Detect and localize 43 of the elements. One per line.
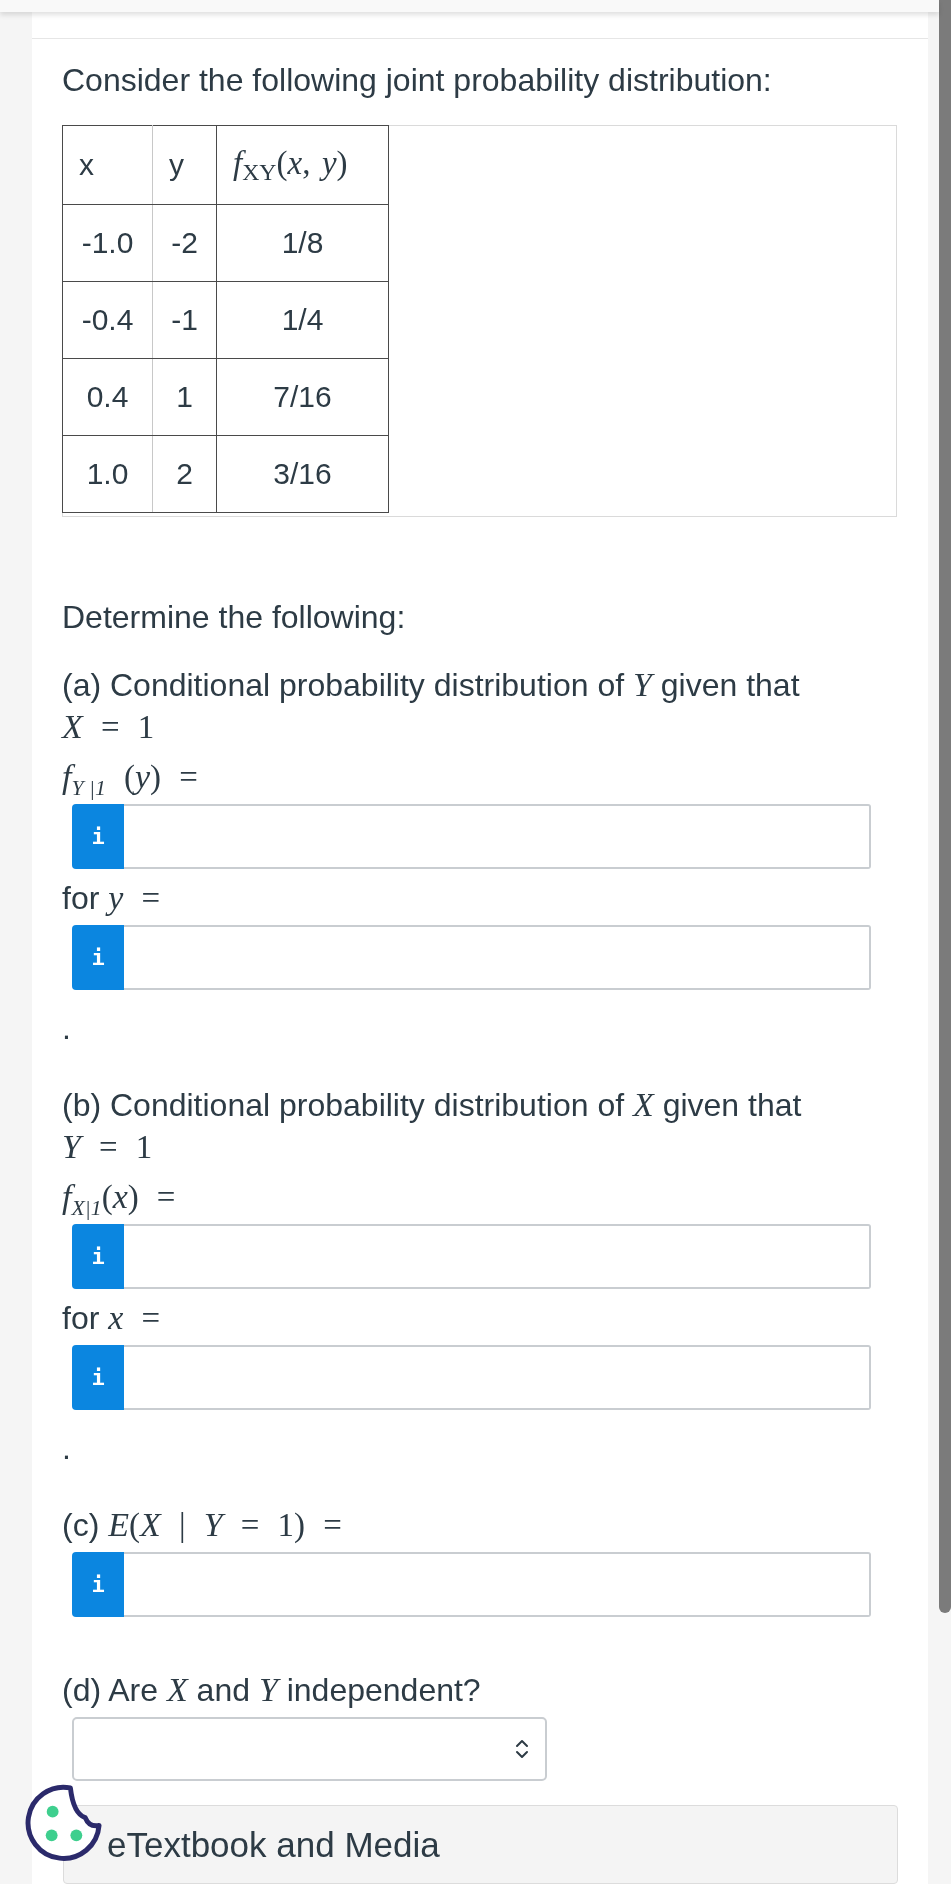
table-cell: -1 bbox=[152, 281, 217, 359]
question-text: for x = bbox=[62, 1298, 161, 1338]
question-text: (a) Conditional probability distribution of Y given that bbox=[62, 665, 800, 705]
intro-text: Consider the following joint probability distribution: bbox=[62, 61, 773, 100]
column-header: f$_{XY}$(x, y) bbox=[216, 125, 389, 205]
answer-input[interactable] bbox=[124, 1224, 871, 1289]
question-text: (d) Are X and Y independent? bbox=[62, 1670, 481, 1710]
info-button[interactable]: i bbox=[72, 1345, 124, 1410]
cookie-icon[interactable] bbox=[24, 1784, 103, 1863]
table-cell: 1 bbox=[152, 358, 217, 436]
answer-input[interactable] bbox=[124, 1552, 871, 1617]
question-text: (b) Conditional probability distribution of X given that bbox=[62, 1085, 802, 1125]
scrollbar-thumb[interactable] bbox=[939, 0, 951, 1613]
table-cell: 1/4 bbox=[216, 281, 389, 359]
table-cell: -2 bbox=[152, 204, 217, 282]
question-text: (c) E(X | Y = 1) = bbox=[62, 1505, 342, 1545]
table-cell: -0.4 bbox=[62, 281, 153, 359]
answer-input[interactable] bbox=[124, 804, 871, 869]
table-cell: 7/16 bbox=[216, 358, 389, 436]
table-cell: 0.4 bbox=[62, 358, 153, 436]
math-expression: f$_{Y |1}$ (y) = bbox=[62, 757, 198, 798]
answer-input[interactable] bbox=[124, 925, 871, 990]
info-button[interactable]: i bbox=[72, 804, 124, 869]
math-expression: f$_{X|1}$(x) = bbox=[62, 1177, 176, 1218]
table-cell: 2 bbox=[152, 435, 217, 513]
info-button[interactable]: i bbox=[72, 1552, 124, 1617]
table-cell: 3/16 bbox=[216, 435, 389, 513]
column-header: x bbox=[62, 125, 153, 205]
math-expression: X = 1 bbox=[62, 707, 155, 747]
math-expression: Y = 1 bbox=[62, 1127, 153, 1167]
instruction-text: Determine the following: bbox=[62, 598, 407, 637]
column-header: y bbox=[152, 125, 217, 205]
info-button[interactable]: i bbox=[72, 1224, 124, 1289]
question-text: . bbox=[62, 1009, 71, 1048]
etextbook-media-bar[interactable]: eTextbook and Media bbox=[63, 1805, 898, 1884]
answer-input[interactable] bbox=[124, 1345, 871, 1410]
question-text: . bbox=[62, 1429, 71, 1468]
table-cell: 1/8 bbox=[216, 204, 389, 282]
chevron-updown-icon bbox=[515, 1738, 529, 1760]
question-text: for y = bbox=[62, 878, 161, 918]
info-button[interactable]: i bbox=[72, 925, 124, 990]
table-cell: 1.0 bbox=[62, 435, 153, 513]
table-cell: -1.0 bbox=[62, 204, 153, 282]
